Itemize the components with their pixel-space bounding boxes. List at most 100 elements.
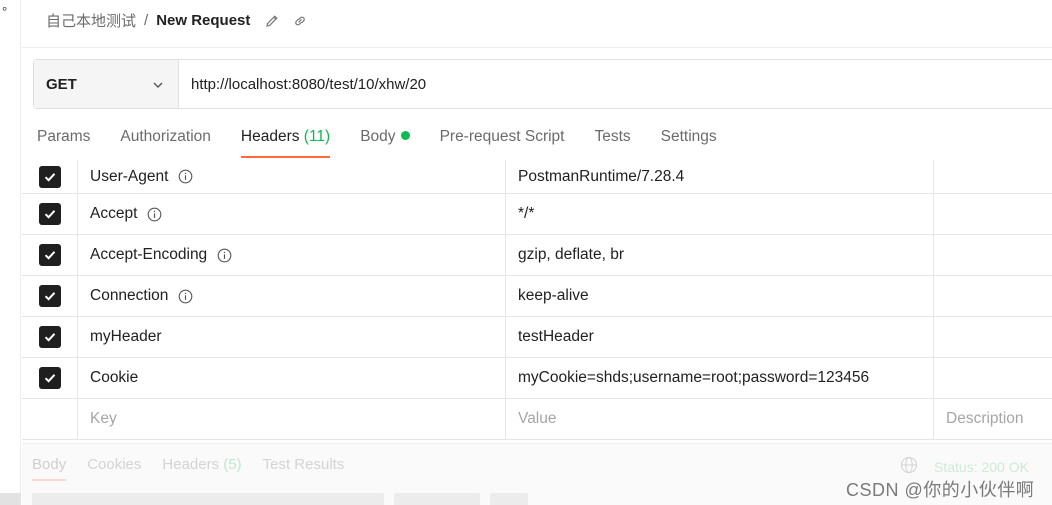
- body-indicator-dot: [400, 131, 410, 140]
- header-description-cell[interactable]: [934, 235, 1052, 275]
- header-value-cell[interactable]: */*: [506, 194, 934, 234]
- response-placeholder-bar: [32, 493, 384, 505]
- tab-pre-request-script[interactable]: Pre-request Script: [425, 122, 580, 158]
- watermark: CSDN @你的小伙伴啊: [846, 480, 1035, 500]
- info-icon[interactable]: [178, 289, 193, 304]
- row-checkbox[interactable]: [38, 367, 61, 389]
- response-tab-headers[interactable]: Headers (5): [162, 456, 241, 473]
- tab-params[interactable]: Params: [22, 122, 105, 158]
- tab-label: Headers: [240, 128, 300, 145]
- response-tab-cookies[interactable]: Cookies: [87, 456, 141, 473]
- header-value-cell[interactable]: gzip, deflate, br: [506, 235, 934, 275]
- tab-label: Body: [360, 128, 396, 145]
- left-sidebar-edge: °: [0, 0, 21, 505]
- breadcrumb-bar: 自己本地测试 / New Request: [22, 0, 1052, 48]
- link-icon[interactable]: [292, 13, 308, 29]
- sidebar-scrollbar[interactable]: [0, 493, 21, 505]
- headers-table: User-Agent PostmanRuntime/7.28.4 Accept …: [22, 160, 1052, 440]
- header-key: User-Agent: [90, 167, 169, 185]
- tab-settings[interactable]: Settings: [646, 122, 732, 158]
- row-checkbox[interactable]: [38, 285, 61, 307]
- row-checkbox[interactable]: [38, 203, 61, 225]
- info-icon[interactable]: [147, 207, 162, 222]
- status-text: Status: 200 OK: [934, 458, 1029, 475]
- request-tabs: Params Authorization Headers (11) Body P…: [22, 122, 732, 160]
- header-value: gzip, deflate, br: [518, 246, 624, 263]
- row-checkbox[interactable]: [38, 165, 61, 188]
- table-row: Cookie myCookie=shds;username=root;passw…: [22, 358, 1052, 399]
- info-icon[interactable]: [217, 248, 232, 263]
- row-checkbox[interactable]: [38, 244, 61, 266]
- tab-label: Headers: [162, 456, 220, 473]
- tab-label: Params: [37, 128, 91, 145]
- key-placeholder: Key: [90, 410, 117, 427]
- header-key: Accept-Encoding: [90, 246, 208, 263]
- header-value-cell[interactable]: myCookie=shds;username=root;password=123…: [506, 358, 934, 398]
- header-value: myCookie=shds;username=root;password=123…: [518, 369, 870, 386]
- response-headers-count: (5): [223, 456, 242, 473]
- method-label: GET: [46, 75, 77, 93]
- tab-label: Pre-request Script: [439, 128, 565, 145]
- header-value-cell[interactable]: PostmanRuntime/7.28.4: [506, 160, 934, 193]
- url-input[interactable]: [179, 60, 1052, 108]
- info-icon[interactable]: [178, 169, 193, 184]
- response-tabs: Body Cookies Headers (5) Test Results: [32, 456, 365, 481]
- tab-tests[interactable]: Tests: [579, 122, 645, 158]
- response-tab-body[interactable]: Body: [32, 456, 67, 481]
- table-row: myHeader testHeader: [22, 317, 1052, 358]
- url-bar: GET: [33, 59, 1052, 109]
- description-input[interactable]: Description: [934, 399, 1052, 439]
- header-value: testHeader: [518, 328, 594, 345]
- headers-count-badge: (11): [303, 128, 331, 145]
- header-value-cell[interactable]: keep-alive: [506, 276, 934, 316]
- app-root: ° 自己本地测试 / New Request GET Params Author…: [0, 0, 1052, 505]
- header-description-cell[interactable]: [934, 194, 1052, 234]
- pencil-icon[interactable]: [264, 13, 280, 29]
- response-tab-test-results[interactable]: Test Results: [263, 456, 345, 473]
- header-description-cell[interactable]: [934, 358, 1052, 398]
- tab-label: Settings: [660, 128, 717, 145]
- header-description-cell[interactable]: [934, 317, 1052, 357]
- table-row: Connection keep-alive: [22, 276, 1052, 317]
- header-key: myHeader: [90, 328, 162, 345]
- request-name[interactable]: New Request: [156, 12, 250, 29]
- header-description-cell[interactable]: [934, 160, 1052, 193]
- globe-icon[interactable]: [900, 456, 918, 477]
- value-input[interactable]: Value: [506, 399, 934, 439]
- header-key-cell[interactable]: myHeader: [78, 317, 506, 357]
- description-placeholder: Description: [946, 410, 1024, 427]
- tab-label: Tests: [594, 128, 631, 145]
- header-value: */*: [518, 205, 535, 222]
- header-value-cell[interactable]: testHeader: [506, 317, 934, 357]
- method-select[interactable]: GET: [34, 60, 179, 108]
- response-status: Status: 200 OK: [900, 456, 1029, 477]
- table-row: Accept */*: [22, 194, 1052, 235]
- sidebar-handle-icon[interactable]: °: [2, 4, 7, 19]
- header-description-cell[interactable]: [934, 276, 1052, 316]
- new-header-row: Key Value Description: [22, 399, 1052, 440]
- breadcrumb: 自己本地测试 / New Request: [46, 10, 308, 31]
- breadcrumb-separator: /: [144, 12, 149, 29]
- header-key-cell[interactable]: Connection: [78, 276, 506, 316]
- row-checkbox[interactable]: [38, 326, 61, 348]
- header-value: PostmanRuntime/7.28.4: [518, 167, 685, 185]
- header-key-cell[interactable]: User-Agent: [78, 160, 506, 193]
- header-key: Cookie: [90, 369, 139, 386]
- tab-headers[interactable]: Headers (11): [226, 122, 345, 158]
- tab-authorization[interactable]: Authorization: [105, 122, 225, 158]
- tab-body[interactable]: Body: [345, 122, 424, 158]
- response-placeholder-bar: [394, 493, 480, 505]
- header-key-cell[interactable]: Accept-Encoding: [78, 235, 506, 275]
- header-value: keep-alive: [518, 287, 589, 304]
- key-input[interactable]: Key: [78, 399, 506, 439]
- breadcrumb-collection[interactable]: 自己本地测试: [46, 10, 136, 31]
- header-key: Connection: [90, 287, 169, 304]
- table-row: Accept-Encoding gzip, deflate, br: [22, 235, 1052, 276]
- header-key-cell[interactable]: Cookie: [78, 358, 506, 398]
- value-placeholder: Value: [518, 410, 557, 427]
- table-row: User-Agent PostmanRuntime/7.28.4: [22, 160, 1052, 194]
- tab-label: Authorization: [120, 128, 211, 145]
- chevron-down-icon: [152, 78, 164, 96]
- header-key: Accept: [90, 205, 138, 222]
- header-key-cell[interactable]: Accept: [78, 194, 506, 234]
